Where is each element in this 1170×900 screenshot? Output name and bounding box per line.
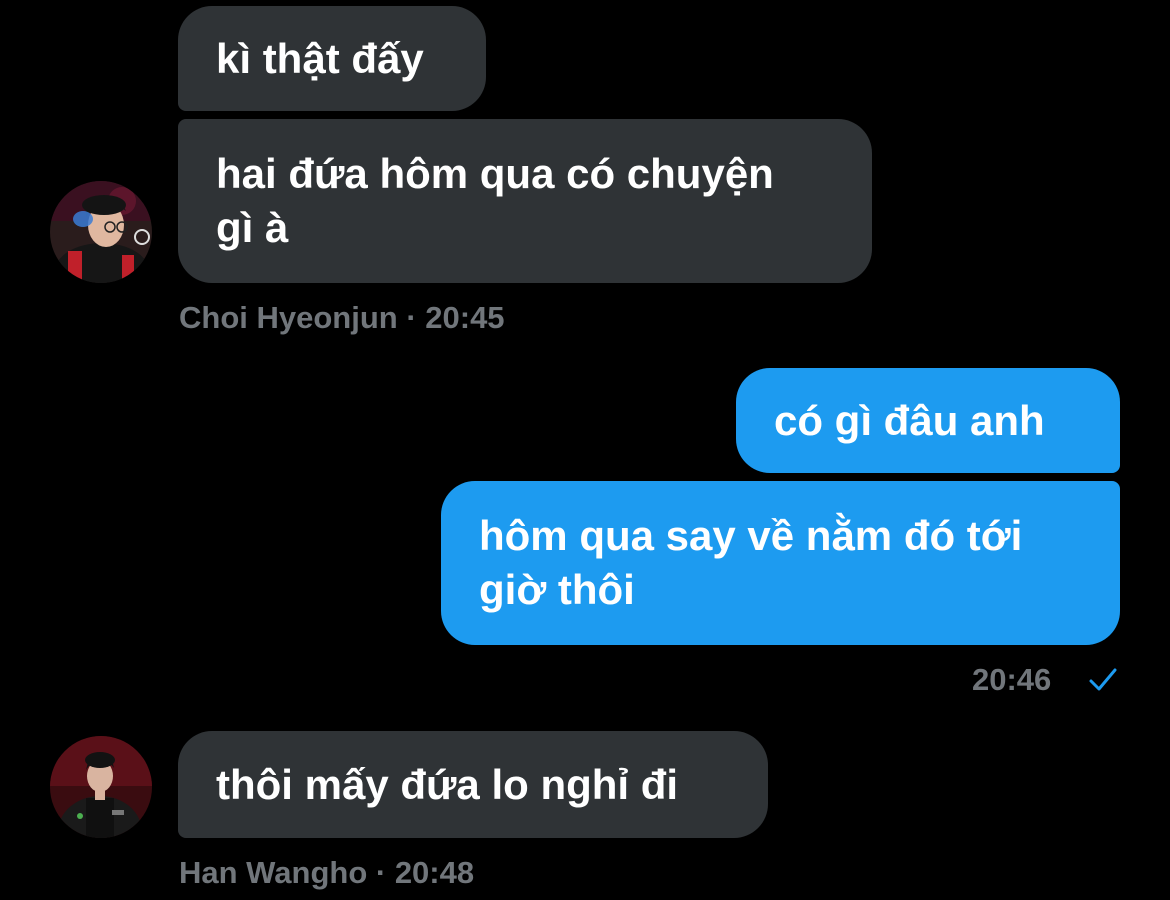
message-bubble-incoming[interactable]: thôi mấy đứa lo nghỉ đi <box>178 731 768 838</box>
user-photo-icon <box>50 181 152 283</box>
message-bubble-incoming[interactable]: hai đứa hôm qua có chuyện gì à <box>178 119 872 283</box>
message-meta-sender-time: Choi Hyeonjun · 20:45 <box>179 300 505 335</box>
message-bubble-outgoing[interactable]: hôm qua say về nằm đó tới giờ thôi <box>441 481 1120 645</box>
message-time: 20:46 <box>972 662 1052 697</box>
check-icon <box>1089 668 1117 691</box>
user-photo-icon <box>50 736 152 838</box>
message-meta-sender-time: Han Wangho · 20:48 <box>179 855 475 890</box>
message-bubble-incoming[interactable]: kì thật đấy <box>178 6 486 111</box>
avatar[interactable] <box>50 736 152 838</box>
message-bubble-outgoing[interactable]: có gì đâu anh <box>736 368 1120 473</box>
avatar[interactable] <box>50 181 152 283</box>
